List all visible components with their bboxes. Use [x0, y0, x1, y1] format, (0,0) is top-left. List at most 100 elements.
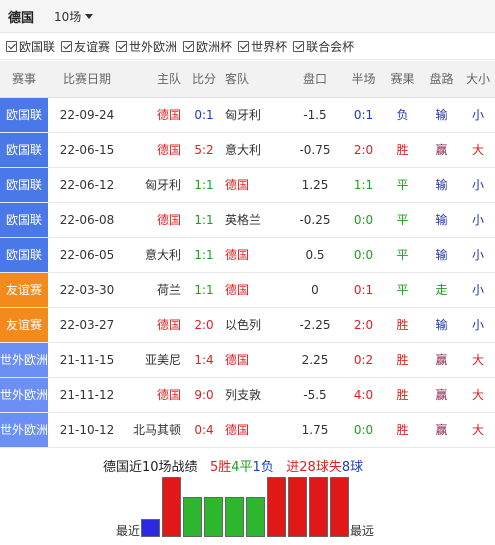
- away-team-cell[interactable]: 匈牙利: [219, 97, 286, 133]
- score-cell[interactable]: 1:1: [189, 202, 219, 238]
- col-date: 比赛日期: [48, 61, 126, 98]
- score-cell[interactable]: 5:2: [189, 132, 219, 168]
- half-score-cell: 0:1: [344, 272, 383, 308]
- home-team-cell[interactable]: 德国: [126, 202, 189, 238]
- half-score-cell: 4:0: [344, 377, 383, 413]
- checkbox-icon[interactable]: [61, 40, 73, 52]
- competition-cell[interactable]: 欧国联: [0, 167, 48, 203]
- competition-cell[interactable]: 欧国联: [0, 97, 48, 133]
- away-team-cell[interactable]: 德国: [219, 237, 286, 273]
- checkbox-icon[interactable]: [6, 40, 17, 52]
- away-team-cell[interactable]: 英格兰: [219, 202, 286, 238]
- competition-cell[interactable]: 世外欧洲: [0, 377, 48, 413]
- result-cell: 平: [383, 272, 422, 308]
- competition-cell[interactable]: 友谊赛: [0, 307, 48, 343]
- table-row[interactable]: 世外欧洲 21-11-12 德国 9:0 列支敦 -5.5 4:0 胜赢大: [0, 377, 495, 413]
- line-cell: -2.25: [286, 307, 344, 343]
- score-cell[interactable]: 1:1: [189, 272, 219, 308]
- home-team-cell[interactable]: 德国: [126, 307, 189, 343]
- home-team-cell[interactable]: 德国: [126, 132, 189, 168]
- away-team-cell[interactable]: 德国: [219, 412, 286, 448]
- filter-wc-qualifier-europe[interactable]: 世外欧洲: [116, 38, 177, 55]
- date-cell: 22-03-27: [48, 307, 126, 343]
- match-count-label: 10场: [54, 9, 82, 24]
- home-team-cell[interactable]: 德国: [126, 97, 189, 133]
- table-row[interactable]: 世外欧洲 21-10-12 北马其顿 0:4 德国 1.75 0:0 胜赢大: [0, 412, 495, 448]
- competition-cell[interactable]: 世外欧洲: [0, 342, 48, 378]
- filter-confederations-cup[interactable]: 联合会杯: [293, 38, 354, 55]
- handicap-cell: 输: [422, 237, 461, 273]
- col-handicap: 盘路: [422, 61, 461, 98]
- checkbox-icon[interactable]: [116, 40, 128, 52]
- competition-cell[interactable]: 友谊赛: [0, 272, 48, 308]
- over-under-cell: 小: [461, 202, 495, 238]
- line-cell: 1.75: [286, 412, 344, 448]
- score-cell[interactable]: 1:1: [189, 167, 219, 203]
- wins-count: 5: [209, 460, 219, 475]
- table-row[interactable]: 友谊赛 22-03-27 德国 2:0 以色列 -2.25 2:0 胜输小: [0, 307, 495, 343]
- date-cell: 21-10-12: [48, 412, 126, 448]
- competition-filter-bar: 欧国联 友谊赛 世外欧洲 欧洲杯 世界杯 联合会杯: [0, 33, 495, 60]
- filter-euro-nations-league[interactable]: 欧国联: [6, 38, 55, 55]
- form-bar: [225, 497, 244, 537]
- away-team-cell[interactable]: 德国: [219, 272, 286, 308]
- form-bar: [267, 477, 286, 537]
- score-cell[interactable]: 1:4: [189, 342, 219, 378]
- line-cell: -1.5: [286, 97, 344, 133]
- oldest-label: 最远: [350, 524, 375, 538]
- result-cell: 平: [383, 202, 422, 238]
- result-cell: 胜: [383, 342, 422, 378]
- result-cell: 平: [383, 237, 422, 273]
- over-under-cell: 小: [461, 167, 495, 203]
- away-team-cell[interactable]: 意大利: [219, 132, 286, 168]
- filter-friendly[interactable]: 友谊赛: [61, 38, 110, 55]
- competition-cell[interactable]: 欧国联: [0, 202, 48, 238]
- competition-cell[interactable]: 世外欧洲: [0, 412, 48, 448]
- away-team-cell[interactable]: 列支敦: [219, 377, 286, 413]
- table-row[interactable]: 欧国联 22-06-12 匈牙利 1:1 德国 1.25 1:1 平输小: [0, 167, 495, 203]
- home-team-cell[interactable]: 意大利: [126, 237, 189, 273]
- home-team-cell[interactable]: 亚美尼: [126, 342, 189, 378]
- away-team-cell[interactable]: 以色列: [219, 307, 286, 343]
- form-bar: [183, 497, 202, 537]
- home-team-cell[interactable]: 北马其顿: [126, 412, 189, 448]
- checkbox-icon[interactable]: [183, 40, 195, 52]
- score-cell[interactable]: 9:0: [189, 377, 219, 413]
- over-under-cell: 大: [461, 342, 495, 378]
- away-team-cell[interactable]: 德国: [219, 167, 286, 203]
- table-row[interactable]: 友谊赛 22-03-30 荷兰 1:1 德国 0 0:1 平走小: [0, 272, 495, 308]
- half-score-cell: 0:0: [344, 412, 383, 448]
- competition-cell[interactable]: 欧国联: [0, 237, 48, 273]
- table-row[interactable]: 欧国联 22-06-08 德国 1:1 英格兰 -0.25 0:0 平输小: [0, 202, 495, 238]
- draws-count: 4: [231, 460, 240, 475]
- home-team-cell[interactable]: 荷兰: [126, 272, 189, 308]
- table-row[interactable]: 欧国联 22-06-15 德国 5:2 意大利 -0.75 2:0 胜赢大: [0, 132, 495, 168]
- checkbox-icon[interactable]: [238, 40, 250, 52]
- filter-euro-cup[interactable]: 欧洲杯: [183, 38, 232, 55]
- competition-cell[interactable]: 欧国联: [0, 132, 48, 168]
- away-team-cell[interactable]: 德国: [219, 342, 286, 378]
- over-under-cell: 小: [461, 237, 495, 273]
- date-cell: 22-06-15: [48, 132, 126, 168]
- recent-label: 最近: [116, 524, 141, 538]
- handicap-cell: 赢: [422, 377, 461, 413]
- line-cell: 1.25: [286, 167, 344, 203]
- match-history-table: 赛事 比赛日期 主队 比分 客队 盘口 半场 赛果 盘路 大小 欧国联 22-09…: [0, 61, 495, 448]
- score-cell[interactable]: 0:4: [189, 412, 219, 448]
- over-under-cell: 小: [461, 272, 495, 308]
- match-count-dropdown[interactable]: 10场: [54, 8, 94, 25]
- form-bar: [162, 477, 181, 537]
- date-cell: 21-11-12: [48, 377, 126, 413]
- home-team-cell[interactable]: 德国: [126, 377, 189, 413]
- table-row[interactable]: 世外欧洲 21-11-15 亚美尼 1:4 德国 2.25 0:2 胜赢大: [0, 342, 495, 378]
- checkbox-icon[interactable]: [293, 40, 305, 52]
- score-cell[interactable]: 0:1: [189, 97, 219, 133]
- score-cell[interactable]: 2:0: [189, 307, 219, 343]
- table-row[interactable]: 欧国联 22-09-24 德国 0:1 匈牙利 -1.5 0:1 负输小: [0, 97, 495, 133]
- score-cell[interactable]: 1:1: [189, 237, 219, 273]
- result-cell: 胜: [383, 132, 422, 168]
- table-row[interactable]: 欧国联 22-06-05 意大利 1:1 德国 0.5 0:0 平输小: [0, 237, 495, 273]
- handicap-cell: 赢: [422, 132, 461, 168]
- filter-world-cup[interactable]: 世界杯: [238, 38, 287, 55]
- home-team-cell[interactable]: 匈牙利: [126, 167, 189, 203]
